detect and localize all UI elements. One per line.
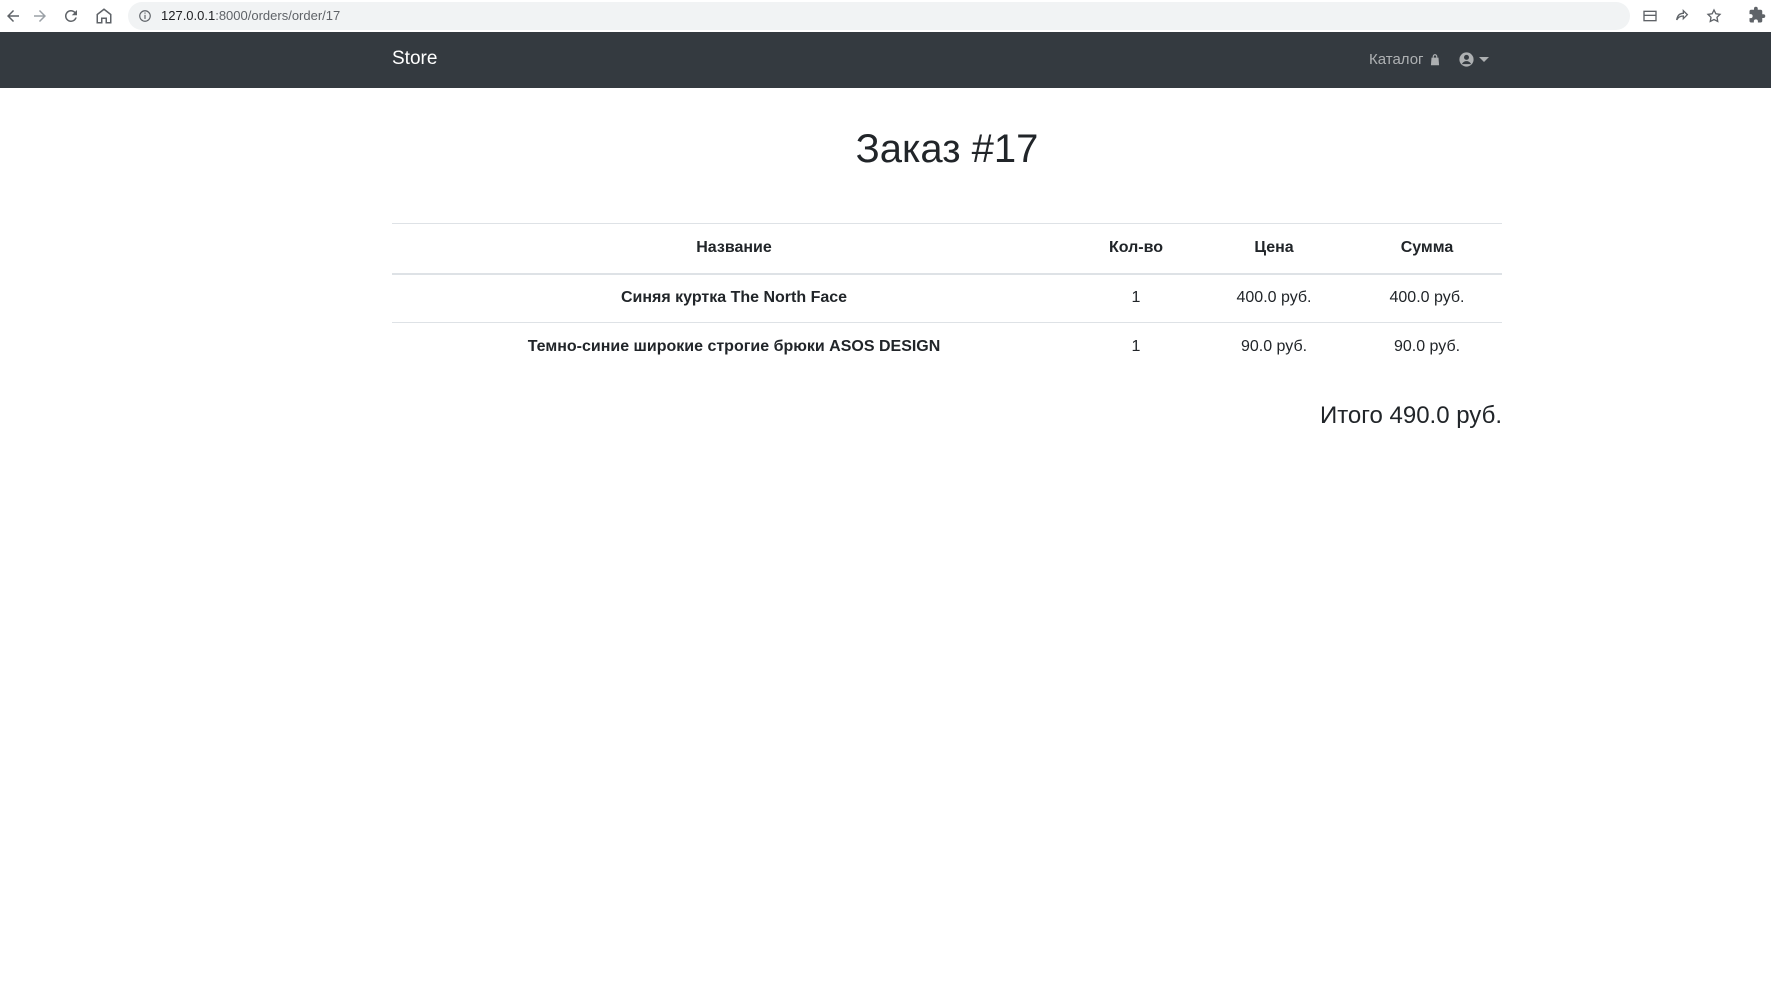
back-icon[interactable]	[0, 3, 26, 29]
table-row: Темно-синие широкие строгие брюки ASOS D…	[392, 322, 1502, 372]
header-sum: Сумма	[1352, 223, 1502, 275]
tab-layout-icon[interactable]	[1642, 8, 1658, 24]
chevron-down-icon	[1479, 57, 1489, 62]
star-icon[interactable]	[1706, 8, 1722, 24]
item-sum: 90.0 руб.	[1352, 322, 1502, 372]
page-title: Заказ #17	[855, 127, 1039, 171]
item-qty: 1	[1076, 322, 1196, 372]
home-icon[interactable]	[91, 3, 117, 29]
url-path: :8000/orders/order/17	[215, 8, 341, 23]
address-bar[interactable]: 127.0.0.1:8000/orders/order/17	[128, 2, 1722, 30]
brand-link[interactable]: Store	[392, 48, 437, 70]
user-circle-icon	[1459, 52, 1474, 67]
user-dropdown-toggle[interactable]	[1458, 51, 1489, 68]
table-header-row: Название Кол-во Цена Сумма	[392, 223, 1502, 275]
url-host: 127.0.0.1	[161, 8, 216, 23]
reload-icon[interactable]	[58, 3, 84, 29]
order-total: Итого 490.0 руб.	[1319, 402, 1502, 429]
header-name: Название	[392, 223, 1076, 275]
item-price: 400.0 руб.	[1236, 289, 1312, 307]
extensions-icon[interactable]	[1748, 6, 1766, 24]
item-name: Синяя куртка The North Face	[620, 289, 848, 307]
header-qty: Кол-во	[1076, 223, 1196, 275]
order-table: Название Кол-во Цена Сумма Синяя куртка …	[392, 223, 1502, 372]
top-navbar: Store Каталог	[0, 32, 1771, 88]
header-price: Цена	[1196, 223, 1352, 275]
catalog-link[interactable]: Каталог	[1369, 51, 1442, 68]
catalog-label: Каталог	[1369, 51, 1424, 68]
item-price: 90.0 руб.	[1196, 322, 1352, 372]
shopping-bag-icon	[1430, 53, 1439, 65]
item-name: Темно-синие широкие строгие брюки ASOS D…	[392, 322, 1076, 372]
info-icon[interactable]	[138, 9, 152, 23]
item-qty: 1	[1131, 289, 1141, 307]
table-row: Синяя куртка The North Face 1 400.0 руб.…	[392, 274, 1502, 323]
forward-icon[interactable]	[27, 3, 53, 29]
share-icon[interactable]	[1674, 8, 1690, 24]
url-text[interactable]: 127.0.0.1:8000/orders/order/17	[161, 8, 340, 23]
browser-toolbar: 127.0.0.1:8000/orders/order/17	[0, 0, 1771, 32]
item-sum: 400.0 руб.	[1389, 289, 1465, 307]
